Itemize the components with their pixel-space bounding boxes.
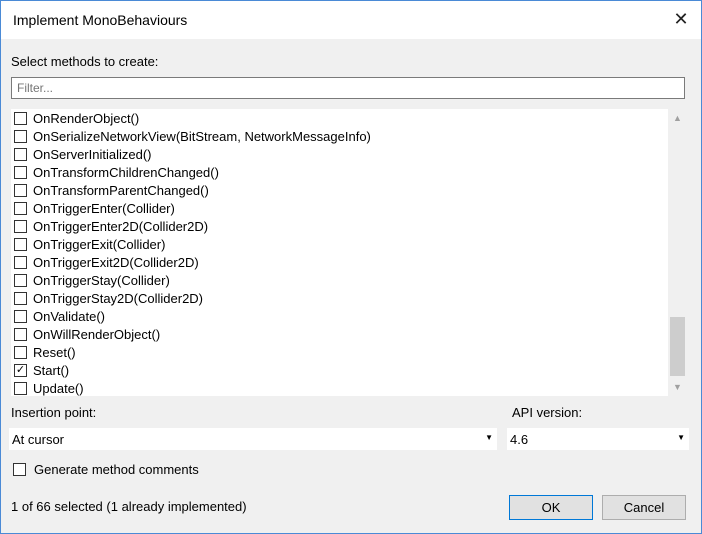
method-list-item[interactable]: Update() [11, 379, 667, 396]
method-checkbox[interactable] [14, 129, 27, 143]
method-label: OnTransformParentChanged() [33, 182, 209, 198]
method-list-item[interactable]: OnRenderObject() [11, 109, 667, 127]
method-list-item[interactable]: OnTriggerStay2D(Collider2D) [11, 289, 667, 307]
method-checkbox[interactable] [14, 255, 27, 269]
scroll-down-icon[interactable]: ▼ [668, 378, 687, 396]
methods-list-scrollbar[interactable]: ▲ ▼ [668, 109, 687, 396]
dialog-body: Select methods to create: OnRenderObject… [1, 39, 701, 533]
method-checkbox[interactable] [14, 237, 27, 251]
generate-comments-option[interactable]: Generate method comments [13, 462, 199, 477]
api-version-select[interactable]: 4.6 ▼ [507, 428, 689, 450]
method-label: OnTriggerExit(Collider) [33, 236, 166, 252]
method-label: OnValidate() [33, 308, 106, 324]
method-checkbox[interactable] [14, 183, 27, 197]
method-label: Update() [33, 380, 84, 396]
method-list-item[interactable]: OnTransformParentChanged() [11, 181, 667, 199]
generate-comments-label: Generate method comments [34, 462, 199, 477]
title-bar: Implement MonoBehaviours ✕ [1, 1, 701, 39]
method-checkbox[interactable] [14, 273, 27, 287]
insertion-point-value: At cursor [12, 431, 65, 447]
method-label: OnRenderObject() [33, 110, 140, 126]
dialog-title: Implement MonoBehaviours [13, 12, 188, 28]
method-list-item[interactable]: OnTransformChildrenChanged() [11, 163, 667, 181]
method-label: OnTriggerStay(Collider) [33, 272, 170, 288]
method-list-item[interactable]: OnTriggerEnter2D(Collider2D) [11, 217, 667, 235]
generate-comments-checkbox[interactable] [13, 463, 26, 476]
method-list-item[interactable]: OnTriggerEnter(Collider) [11, 199, 667, 217]
method-list-item[interactable]: OnValidate() [11, 307, 667, 325]
method-checkbox[interactable] [14, 291, 27, 305]
method-list-item[interactable]: OnSerializeNetworkView(BitStream, Networ… [11, 127, 667, 145]
method-list-item[interactable]: ✓ Start() [11, 361, 667, 379]
method-label: OnServerInitialized() [33, 146, 152, 162]
method-list-item[interactable]: OnTriggerStay(Collider) [11, 271, 667, 289]
method-list-item[interactable]: OnServerInitialized() [11, 145, 667, 163]
scroll-thumb[interactable] [670, 317, 685, 376]
method-checkbox[interactable] [14, 327, 27, 341]
methods-list-rows: OnRenderObject() OnSerializeNetworkView(B… [11, 109, 667, 396]
insertion-point-select[interactable]: At cursor ▼ [9, 428, 497, 450]
filter-input[interactable] [11, 77, 685, 99]
selection-status: 1 of 66 selected (1 already implemented) [11, 499, 247, 514]
method-list-item[interactable]: OnTriggerExit2D(Collider2D) [11, 253, 667, 271]
method-label: OnTriggerExit2D(Collider2D) [33, 254, 199, 270]
method-checkbox[interactable]: ✓ [14, 363, 27, 377]
method-label: OnTriggerEnter2D(Collider2D) [33, 218, 209, 234]
method-checkbox[interactable] [14, 165, 27, 179]
chevron-down-icon: ▼ [485, 433, 493, 442]
method-checkbox[interactable] [14, 147, 27, 161]
method-checkbox[interactable] [14, 219, 27, 233]
api-version-label: API version: [512, 405, 583, 420]
close-icon[interactable]: ✕ [669, 7, 693, 31]
cancel-button[interactable]: Cancel [602, 495, 686, 520]
implement-monobehaviours-dialog: Implement MonoBehaviours ✕ Select method… [0, 0, 702, 534]
method-checkbox[interactable] [14, 201, 27, 215]
method-checkbox[interactable] [14, 111, 27, 125]
method-list-item[interactable]: OnWillRenderObject() [11, 325, 667, 343]
ok-button[interactable]: OK [509, 495, 593, 520]
method-label: OnTriggerEnter(Collider) [33, 200, 175, 216]
method-checkbox[interactable] [14, 345, 27, 359]
scroll-up-icon[interactable]: ▲ [668, 109, 687, 127]
method-checkbox[interactable] [14, 309, 27, 323]
chevron-down-icon: ▼ [677, 433, 685, 442]
method-label: Start() [33, 362, 70, 378]
api-version-value: 4.6 [510, 431, 529, 447]
method-label: OnTriggerStay2D(Collider2D) [33, 290, 204, 306]
method-label: OnTransformChildrenChanged() [33, 164, 219, 180]
method-list-item[interactable]: Reset() [11, 343, 667, 361]
method-list-item[interactable]: OnTriggerExit(Collider) [11, 235, 667, 253]
method-checkbox[interactable] [14, 381, 27, 395]
method-label: OnSerializeNetworkView(BitStream, Networ… [33, 128, 371, 144]
insertion-point-label: Insertion point: [11, 405, 97, 420]
methods-list: OnRenderObject() OnSerializeNetworkView(B… [11, 109, 687, 396]
select-methods-label: Select methods to create: [11, 54, 159, 69]
method-label: Reset() [33, 344, 76, 360]
method-label: OnWillRenderObject() [33, 326, 161, 342]
